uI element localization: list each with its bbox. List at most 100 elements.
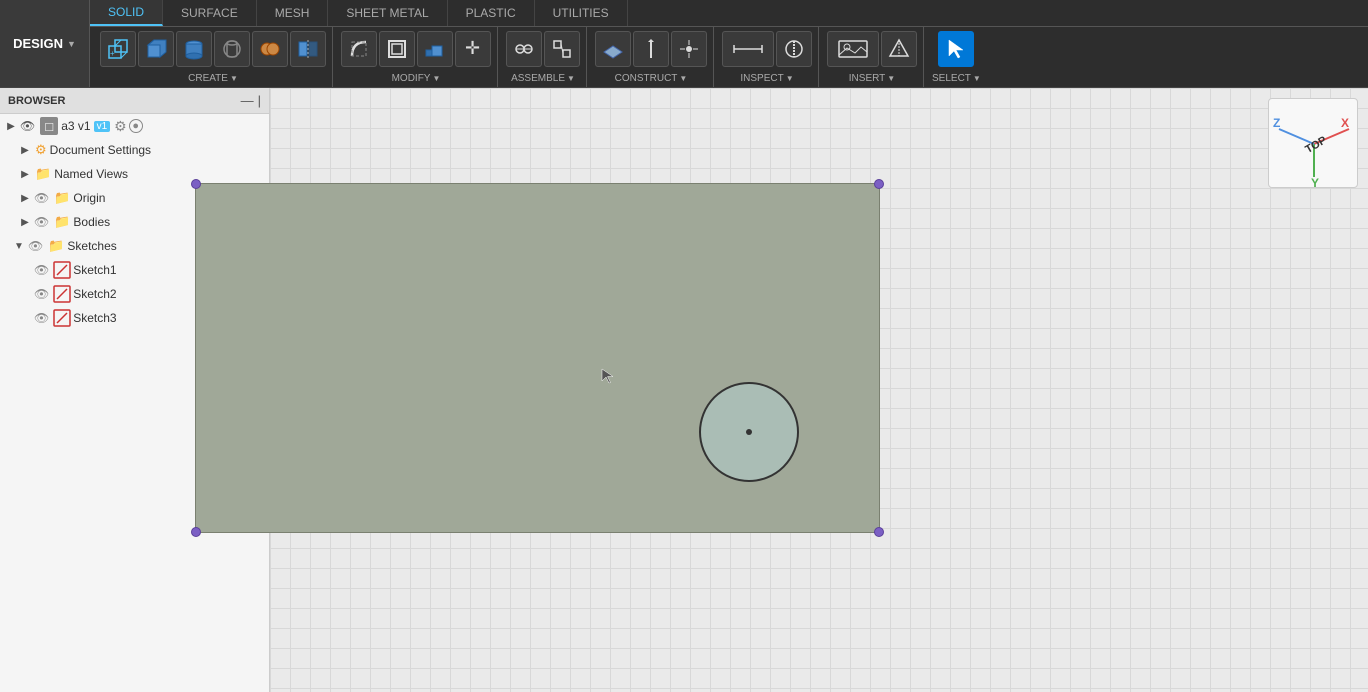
tree-label-sketch2: Sketch2: [73, 287, 116, 301]
group-modify: ✛ MODIFY ▼: [335, 27, 498, 87]
toolbar: DESIGN ▼ SOLID SURFACE MESH SHEET METAL …: [0, 0, 1368, 88]
svg-text:X: X: [1341, 116, 1349, 130]
handle-top-right[interactable]: [874, 179, 884, 189]
btn-section[interactable]: [776, 31, 812, 67]
tree-label-a3v1: a3 v1: [61, 119, 90, 133]
svg-text:Z: Z: [1273, 116, 1280, 130]
btn-select[interactable]: [938, 31, 974, 67]
tree-folder-named-views: 📁: [35, 166, 51, 182]
tree-icon-a3v1: 👁: [20, 119, 35, 133]
tree-label-sketch1: Sketch1: [73, 263, 116, 277]
tab-plastic[interactable]: PLASTIC: [448, 0, 535, 26]
assemble-label[interactable]: ASSEMBLE ▼: [511, 73, 575, 87]
group-insert: INSERT ▼: [821, 27, 924, 87]
btn-axis[interactable]: [633, 31, 669, 67]
tab-bar: SOLID SURFACE MESH SHEET METAL PLASTIC U…: [90, 0, 1368, 87]
select-label[interactable]: SELECT ▼: [932, 73, 981, 87]
btn-scale[interactable]: [417, 31, 453, 67]
svg-text:✛: ✛: [465, 38, 480, 58]
tree-arrow-named-views: ▶: [18, 169, 32, 180]
canvas-area[interactable]: X Y Z TOP: [270, 88, 1368, 692]
group-create: +: [94, 27, 333, 87]
btn-joint[interactable]: [506, 31, 542, 67]
tree-eye-sketch3: 👁: [34, 311, 49, 325]
design-chevron: ▼: [67, 39, 76, 49]
assemble-icons: [506, 27, 580, 67]
btn-insert-mesh[interactable]: [881, 31, 917, 67]
svg-text:+: +: [110, 49, 115, 58]
axis-indicator[interactable]: X Y Z TOP: [1268, 98, 1358, 188]
create-icons: +: [100, 27, 326, 67]
insert-label[interactable]: INSERT ▼: [849, 73, 895, 87]
group-select: SELECT ▼: [926, 27, 987, 87]
btn-rigid-group[interactable]: [544, 31, 580, 67]
handle-top-left[interactable]: [191, 179, 201, 189]
create-label[interactable]: CREATE ▼: [188, 73, 238, 87]
circle-center-dot: [746, 429, 752, 435]
tree-box-a3v1: □: [40, 117, 58, 135]
tree-info-a3v1[interactable]: ●: [129, 119, 143, 133]
tree-arrow-a3v1: ▶: [4, 121, 18, 132]
tab-surface[interactable]: SURFACE: [163, 0, 257, 26]
tree-eye-sketch2: 👁: [34, 287, 49, 301]
browser-header: BROWSER — |: [0, 88, 269, 114]
tab-mesh[interactable]: MESH: [257, 0, 329, 26]
browser-collapse-icon[interactable]: —: [241, 93, 254, 108]
btn-combine[interactable]: [252, 31, 288, 67]
handle-bottom-left[interactable]: [191, 527, 201, 537]
tree-version-badge: v1: [94, 121, 111, 132]
browser-icon-group: — |: [241, 93, 261, 108]
group-construct: CONSTRUCT ▼: [589, 27, 714, 87]
tab-utilities[interactable]: UTILITIES: [535, 0, 628, 26]
btn-shell[interactable]: [379, 31, 415, 67]
svg-text:Y: Y: [1311, 176, 1319, 189]
design-label: DESIGN: [13, 36, 63, 51]
shape-container: [195, 183, 880, 533]
inspect-icons: [722, 27, 812, 67]
btn-mirror[interactable]: [290, 31, 326, 67]
sketch-icon-sketch1: [53, 261, 71, 279]
tree-item-a3v1[interactable]: ▶ 👁 □ a3 v1 v1 ⚙ ●: [0, 114, 269, 138]
tree-gear-doc: ⚙: [35, 142, 47, 158]
tree-eye-origin: 👁: [34, 191, 49, 205]
axis-cube-svg: X Y Z TOP: [1269, 99, 1359, 189]
btn-point[interactable]: [671, 31, 707, 67]
insert-icons: [827, 27, 917, 67]
btn-insert-image[interactable]: [827, 31, 879, 67]
btn-combine2[interactable]: ✛: [455, 31, 491, 67]
btn-hole[interactable]: [214, 31, 250, 67]
axis-box: X Y Z TOP: [1268, 98, 1358, 188]
btn-measure[interactable]: [722, 31, 774, 67]
tab-sheet-metal[interactable]: SHEET METAL: [328, 0, 447, 26]
design-button[interactable]: DESIGN ▼: [0, 0, 90, 87]
browser-expand-icon[interactable]: |: [258, 93, 261, 108]
tree-arrow-sketches: ▼: [12, 241, 26, 252]
inspect-label[interactable]: INSPECT ▼: [740, 73, 793, 87]
btn-box[interactable]: [138, 31, 174, 67]
tree-label-bodies: Bodies: [73, 215, 110, 229]
tree-label-sketches: Sketches: [67, 239, 116, 253]
tree-item-doc-settings[interactable]: ▶ ⚙ Document Settings: [0, 138, 269, 162]
select-icons: [938, 27, 974, 67]
tree-settings-a3v1[interactable]: ⚙: [114, 118, 127, 135]
svg-text:TOP: TOP: [1303, 134, 1328, 156]
tree-label-named-views: Named Views: [54, 167, 128, 181]
construct-icons: [595, 27, 707, 67]
btn-fillet[interactable]: [341, 31, 377, 67]
tabs-container: SOLID SURFACE MESH SHEET METAL PLASTIC U…: [90, 0, 1368, 27]
tree-label-origin: Origin: [73, 191, 105, 205]
tree-eye-sketch1: 👁: [34, 263, 49, 277]
tree-arrow-doc: ▶: [18, 145, 32, 156]
modify-label[interactable]: MODIFY ▼: [392, 73, 441, 87]
shape-circle: [699, 382, 799, 482]
btn-plane[interactable]: [595, 31, 631, 67]
sketch-icon-sketch2: [53, 285, 71, 303]
construct-label[interactable]: CONSTRUCT ▼: [615, 73, 688, 87]
tree-label-doc: Document Settings: [50, 143, 151, 157]
browser-title: BROWSER: [8, 95, 65, 107]
btn-new-component[interactable]: +: [100, 31, 136, 67]
btn-revolve[interactable]: [176, 31, 212, 67]
handle-bottom-right[interactable]: [874, 527, 884, 537]
tree-eye-sketches: 👁: [28, 239, 43, 253]
tab-solid[interactable]: SOLID: [90, 0, 163, 26]
